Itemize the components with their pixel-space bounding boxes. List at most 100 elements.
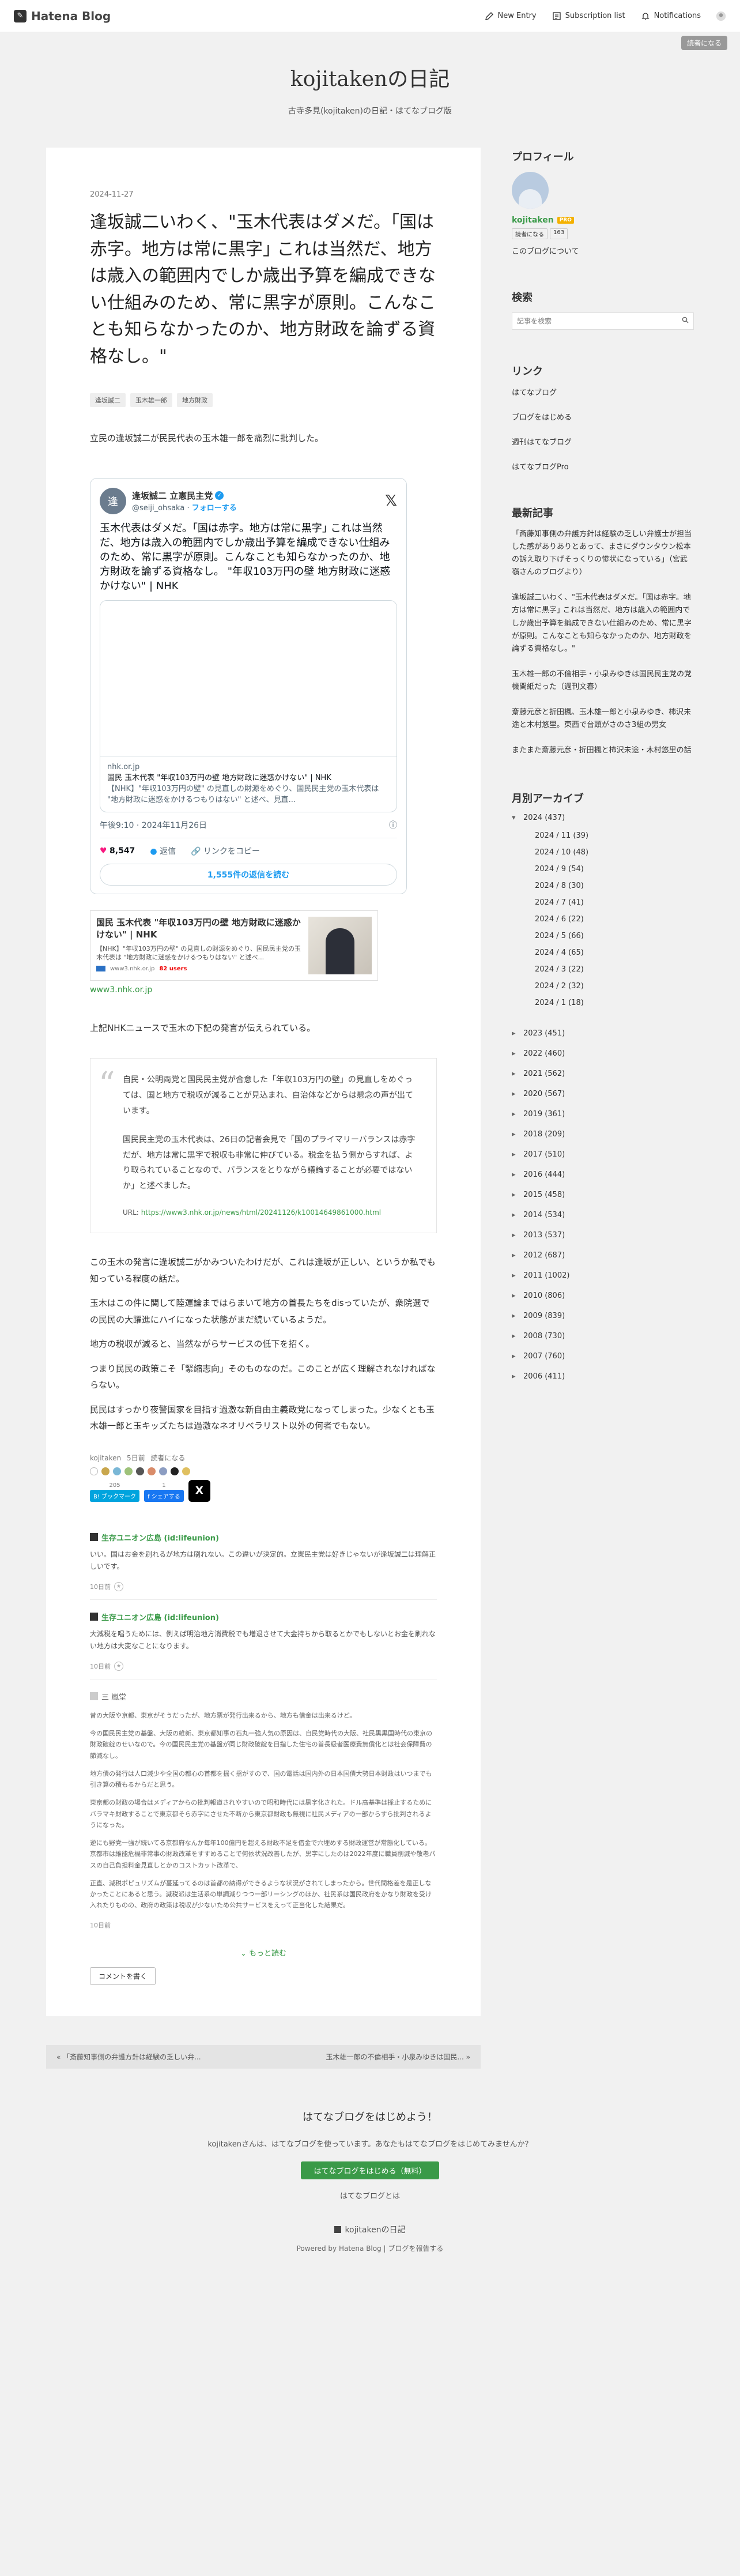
tweet-handle[interactable]: @seiji_ohsaka <box>132 504 184 513</box>
tweet-link-card[interactable]: nhk.or.jp 国民 玉木代表 "年収103万円の壁 地方財政に迷惑かけない… <box>100 600 397 812</box>
blog-title[interactable]: kojitakenの日記 <box>0 62 740 92</box>
entry-time[interactable]: 5日前 <box>127 1454 145 1462</box>
archive-month-link[interactable]: 2024 / 9 (54) <box>535 865 694 873</box>
star-user-avatar[interactable] <box>124 1467 133 1475</box>
info-icon[interactable]: ⓘ <box>389 819 397 831</box>
tweet-timestamp[interactable]: 午後9:10 · 2024年11月26日 <box>100 819 207 831</box>
comment-date[interactable]: 10日前 <box>90 1582 111 1591</box>
news-embed-card[interactable]: 国民 玉木代表 "年収103万円の壁 地方財政に迷惑かけない" | NHK 【N… <box>90 910 378 981</box>
add-star-icon[interactable]: ★ <box>114 1581 123 1591</box>
archive-year-row[interactable]: ▸ 2007 (760) <box>512 1352 694 1361</box>
archive-year-row[interactable]: ▸ 2009 (839) <box>512 1312 694 1320</box>
entry-reader-link[interactable]: 読者になる <box>150 1454 185 1462</box>
archive-year-row[interactable]: ▸ 2013 (537) <box>512 1231 694 1240</box>
x-logo-icon[interactable]: 𝕏 <box>385 492 397 510</box>
powered-by[interactable]: Powered by Hatena Blog | ブログを報告する <box>0 2243 740 2253</box>
follow-button[interactable]: 読者になる <box>512 228 548 239</box>
archive-month-link[interactable]: 2024 / 8 (30) <box>535 882 694 890</box>
tweet-avatar[interactable]: 逢 <box>100 487 126 514</box>
archive-year-row[interactable]: ▸ 2015 (458) <box>512 1191 694 1199</box>
star-user-avatar[interactable] <box>182 1467 190 1475</box>
comment-date[interactable]: 10日前 <box>90 1662 111 1671</box>
archive-year-row[interactable]: ▸ 2011 (1002) <box>512 1271 694 1280</box>
archive-year-row[interactable]: ▸ 2014 (534) <box>512 1211 694 1219</box>
footer-blog-name[interactable]: kojitakenの日記 <box>0 2224 740 2235</box>
archive-month-link[interactable]: 2024 / 1 (18) <box>535 999 694 1007</box>
star-user-avatar[interactable] <box>159 1467 167 1475</box>
recent-entry-link[interactable]: 玉木雄一郎の不倫相手・小泉みゆきは国民民主党の党機関紙だった（週刊文春） <box>512 668 694 694</box>
recent-entry-link[interactable]: 逢坂誠二いわく、"玉木代表はダメだ。｢国は赤字。地方は常に黒字｣ これは当然だ、… <box>512 592 694 655</box>
star-user-avatar[interactable] <box>101 1467 110 1475</box>
tweet-author[interactable]: 逢坂誠二 立憲民主党 ✓ <box>132 489 237 502</box>
about-hatena-blog-link[interactable]: はてなブログとは <box>0 2190 740 2201</box>
start-blog-button[interactable]: はてなブログをはじめる（無料） <box>301 2161 439 2179</box>
profile-name[interactable]: kojitaken <box>512 216 554 225</box>
entry-author[interactable]: kojitaken <box>90 1454 121 1462</box>
archive-year-row[interactable]: ▸ 2017 (510) <box>512 1150 694 1159</box>
subscribe-reader-button[interactable]: 読者になる <box>681 36 727 50</box>
recent-entry-link[interactable]: またまた斎藤元彦・折田楓と柿沢未途・木村悠里の話 <box>512 744 694 757</box>
subscription-link[interactable]: Subscription list <box>552 11 625 21</box>
sidebar-link[interactable]: 週刊はてなブログ <box>512 436 694 447</box>
hatena-blog-logo[interactable]: ✎ Hatena Blog <box>14 9 111 23</box>
category-tag[interactable]: 地方財政 <box>177 393 213 407</box>
embed-bookmark-users[interactable]: 82 users <box>159 966 187 972</box>
archive-month-link[interactable]: 2024 / 11 (39) <box>535 831 694 840</box>
hatebu-button[interactable]: B! ブックマーク <box>90 1489 140 1502</box>
archive-month-link[interactable]: 2024 / 6 (22) <box>535 915 694 924</box>
comment-date[interactable]: 10日前 <box>90 1920 111 1930</box>
new-entry-link[interactable]: New Entry <box>484 11 537 21</box>
facebook-share-button[interactable]: f シェアする <box>144 1489 184 1502</box>
next-entry-link[interactable]: 玉木雄一郎の不倫相手・小泉みゆきは国民... » <box>263 2044 481 2069</box>
article-title[interactable]: 逢坂誠二いわく、"玉木代表はダメだ。｢国は赤字。地方は常に黒字｣ これは当然だ、… <box>90 209 437 370</box>
more-comments-link[interactable]: ⌄ もっと読む <box>90 1947 437 1958</box>
archive-year-row[interactable]: ▾ 2024 (437) <box>512 814 694 822</box>
recent-entry-link[interactable]: 斎藤元彦と折田楓、玉木雄一郎と小泉みゆき、柿沢未途と木村悠里。東西で台頭がさのさ… <box>512 706 694 732</box>
tweet-follow-link[interactable]: フォローする <box>192 504 237 513</box>
star-user-avatar[interactable] <box>113 1467 121 1475</box>
quote-url-link[interactable]: https://www3.nhk.or.jp/news/html/2024112… <box>141 1208 381 1217</box>
tweet-like[interactable]: ♥ 8,547 <box>100 846 135 856</box>
comment-user[interactable]: 生存ユニオン広島 (id:lifeunion) <box>90 1611 437 1622</box>
profile-follow[interactable]: 読者になる 163 <box>512 228 694 239</box>
star-user-avatar[interactable] <box>136 1467 144 1475</box>
prev-entry-link[interactable]: « 「斎藤知事側の弁護方針は経験の乏しい弁... <box>46 2044 263 2069</box>
archive-year-row[interactable]: ▸ 2023 (451) <box>512 1029 694 1038</box>
archive-month-link[interactable]: 2024 / 3 (22) <box>535 965 694 974</box>
star-user-avatar[interactable] <box>148 1467 156 1475</box>
sidebar-link[interactable]: はてなブログ <box>512 386 694 397</box>
comment-user[interactable]: 生存ユニオン広島 (id:lifeunion) <box>90 1532 437 1543</box>
archive-year-row[interactable]: ▸ 2008 (730) <box>512 1332 694 1340</box>
tweet-read-replies-button[interactable]: 1,555件の返信を読む <box>100 863 397 886</box>
archive-year-row[interactable]: ▸ 2022 (460) <box>512 1049 694 1058</box>
tweet-reply[interactable]: ● 返信 <box>150 845 176 857</box>
archive-year-row[interactable]: ▸ 2018 (209) <box>512 1130 694 1139</box>
search-input[interactable] <box>517 317 682 325</box>
archive-year-row[interactable]: ▸ 2010 (806) <box>512 1291 694 1300</box>
archive-month-link[interactable]: 2024 / 7 (41) <box>535 898 694 907</box>
star-user-avatar[interactable] <box>171 1467 179 1475</box>
search-icon[interactable] <box>682 317 689 326</box>
add-star-icon[interactable]: ★ <box>114 1661 123 1671</box>
category-tag[interactable]: 玉木雄一郎 <box>130 393 172 407</box>
add-star-icon[interactable] <box>90 1467 98 1475</box>
archive-year-row[interactable]: ▸ 2020 (567) <box>512 1090 694 1098</box>
sidebar-link[interactable]: はてなブログPro <box>512 461 694 472</box>
archive-month-link[interactable]: 2024 / 2 (32) <box>535 982 694 991</box>
archive-year-row[interactable]: ▸ 2021 (562) <box>512 1069 694 1078</box>
user-avatar-icon[interactable] <box>716 11 726 21</box>
archive-month-link[interactable]: 2024 / 10 (48) <box>535 848 694 857</box>
profile-avatar[interactable] <box>512 172 549 209</box>
archive-year-row[interactable]: ▸ 2016 (444) <box>512 1170 694 1179</box>
write-comment-button[interactable]: コメントを書く <box>90 1967 156 1985</box>
x-share-button[interactable]: X <box>188 1479 210 1502</box>
embed-url[interactable]: www3.nhk.or.jp <box>90 985 437 995</box>
archive-year-row[interactable]: ▸ 2006 (411) <box>512 1372 694 1381</box>
comment-user[interactable]: 三 嵐堂 <box>90 1691 437 1702</box>
category-tag[interactable]: 逢坂誠二 <box>90 393 126 407</box>
recent-entry-link[interactable]: 「斎藤知事側の弁護方針は経験の乏しい弁護士が担当した感がありありとあって、まさに… <box>512 528 694 579</box>
about-blog-link[interactable]: このブログについて <box>512 245 694 256</box>
tweet-copy-link[interactable]: 🔗 リンクをコピー <box>191 845 260 857</box>
embed-title[interactable]: 国民 玉木代表 "年収103万円の壁 地方財政に迷惑かけない" | NHK <box>96 917 303 941</box>
archive-year-row[interactable]: ▸ 2012 (687) <box>512 1251 694 1260</box>
